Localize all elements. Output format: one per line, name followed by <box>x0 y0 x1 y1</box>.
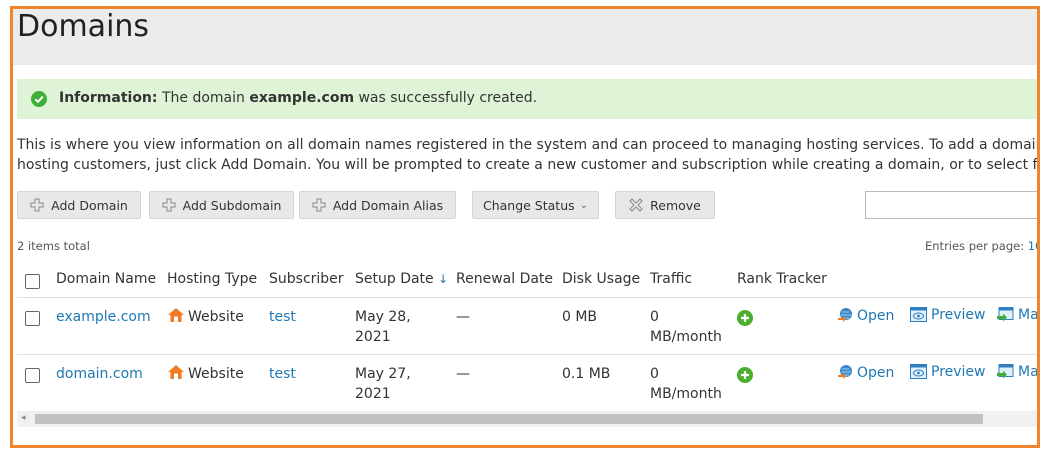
home-icon <box>168 308 184 322</box>
remove-label: Remove <box>650 197 701 213</box>
column-hosting-type[interactable]: Hosting Type <box>167 271 257 287</box>
plus-circle-icon[interactable] <box>737 310 753 326</box>
x-outline-icon <box>629 198 643 212</box>
preview-link[interactable]: Preview <box>910 364 986 380</box>
manage-label: Ma <box>1018 364 1039 380</box>
open-label: Open <box>857 308 895 324</box>
preview-window-icon <box>910 364 927 379</box>
select-all-checkbox[interactable] <box>25 274 40 289</box>
items-total: 2 items total <box>17 239 90 253</box>
domain-link[interactable]: example.com <box>56 307 151 327</box>
preview-label: Preview <box>931 364 986 380</box>
remove-button[interactable]: Remove <box>615 191 715 219</box>
add-domain-alias-label: Add Domain Alias <box>332 197 444 213</box>
globe-arrow-icon <box>838 365 852 379</box>
renewal-date-cell: — <box>456 366 470 382</box>
scrollbar-thumb[interactable] <box>35 414 983 424</box>
column-domain-name[interactable]: Domain Name <box>56 271 156 287</box>
hosting-type-cell: Website <box>167 364 244 384</box>
header-divider <box>17 297 1037 298</box>
column-disk-usage[interactable]: Disk Usage <box>562 271 640 287</box>
entries-per-page: Entries per page: 10 <box>925 239 1037 253</box>
change-status-label: Change Status <box>482 197 575 213</box>
page-description: This is where you view information on al… <box>17 135 1040 175</box>
open-label: Open <box>857 365 895 381</box>
disk-usage-cell: 0.1 MB <box>562 366 611 382</box>
column-setup-date[interactable]: Setup Date ↓ <box>355 271 448 287</box>
home-icon <box>168 365 184 379</box>
traffic-cell: 0 MB/month <box>650 364 722 404</box>
column-setup-date-label: Setup Date <box>355 271 434 287</box>
traffic-cell: 0 MB/month <box>650 307 722 347</box>
subscriber-link[interactable]: test <box>269 364 296 384</box>
column-renewal-date[interactable]: Renewal Date <box>456 271 553 287</box>
column-subscriber[interactable]: Subscriber <box>269 271 344 287</box>
setup-date-line-1: May 27, <box>355 366 411 382</box>
plus-outline-icon <box>30 198 44 212</box>
preview-label: Preview <box>931 307 986 323</box>
traffic-line-1: 0 <box>650 309 659 325</box>
alert-text-after: was successfully created. <box>354 90 538 106</box>
add-domain-button[interactable]: Add Domain <box>17 191 141 219</box>
row-checkbox[interactable] <box>25 368 40 383</box>
hosting-type-cell: Website <box>167 307 244 327</box>
setup-date-cell: May 28, 2021 <box>355 307 411 347</box>
manage-link[interactable]: Ma <box>997 364 1039 380</box>
check-circle-icon <box>31 91 47 107</box>
disk-usage-cell: 0 MB <box>562 309 598 325</box>
description-line-1: This is where you view information on al… <box>17 137 1040 153</box>
open-link[interactable]: Open <box>837 307 894 324</box>
subscriber-link[interactable]: test <box>269 307 296 327</box>
success-alert: Information: The domain example.com was … <box>17 79 1037 119</box>
manage-icon <box>997 364 1014 379</box>
manage-label: Ma <box>1018 307 1039 323</box>
change-status-button[interactable]: Change Status ⌄ <box>472 191 599 219</box>
entries-per-page-label: Entries per page: <box>925 239 1028 253</box>
manage-icon <box>997 307 1014 322</box>
globe-arrow-icon <box>838 308 852 322</box>
setup-date-line-2: 2021 <box>355 329 391 345</box>
horizontal-scrollbar[interactable]: ◂ <box>17 411 1037 427</box>
row-divider <box>17 354 1037 355</box>
setup-date-cell: May 27, 2021 <box>355 364 411 404</box>
add-subdomain-label: Add Subdomain <box>182 197 282 213</box>
alert-message: Information: The domain example.com was … <box>59 90 537 106</box>
preview-window-icon <box>910 307 927 322</box>
renewal-date-cell: — <box>456 309 470 325</box>
scroll-left-arrow-icon[interactable]: ◂ <box>21 413 26 423</box>
row-checkbox[interactable] <box>25 311 40 326</box>
add-subdomain-button[interactable]: Add Subdomain <box>149 191 294 219</box>
manage-link[interactable]: Ma <box>997 307 1039 323</box>
page-title: Domains <box>17 9 150 44</box>
chevron-down-icon: ⌄ <box>579 199 589 211</box>
open-link[interactable]: Open <box>837 364 894 381</box>
page-header: Domains <box>13 9 1037 65</box>
add-domain-alias-button[interactable]: Add Domain Alias <box>299 191 456 219</box>
plus-outline-icon <box>162 198 176 212</box>
alert-label: Information: <box>59 90 158 106</box>
alert-domain: example.com <box>249 90 355 106</box>
plus-outline-icon <box>312 198 326 212</box>
column-traffic[interactable]: Traffic <box>650 271 692 287</box>
plus-circle-icon[interactable] <box>737 367 753 383</box>
description-line-2: hosting customers, just click Add Domain… <box>17 157 1040 173</box>
hosting-type-label: Website <box>188 309 244 325</box>
column-rank-tracker: Rank Tracker <box>737 271 827 287</box>
screenshot-frame: Domains Information: The domain example.… <box>10 6 1040 448</box>
traffic-line-2: MB/month <box>650 386 722 402</box>
sort-descending-icon: ↓ <box>438 272 449 286</box>
domain-link[interactable]: domain.com <box>56 364 143 384</box>
search-input[interactable] <box>865 191 1037 219</box>
hosting-type-label: Website <box>188 366 244 382</box>
traffic-line-2: MB/month <box>650 329 722 345</box>
entries-per-page-value[interactable]: 10 <box>1028 239 1037 253</box>
setup-date-line-2: 2021 <box>355 386 391 402</box>
traffic-line-1: 0 <box>650 366 659 382</box>
add-domain-label: Add Domain <box>51 197 128 213</box>
alert-text-before: The domain <box>157 90 250 106</box>
setup-date-line-1: May 28, <box>355 309 411 325</box>
preview-link[interactable]: Preview <box>910 307 986 323</box>
